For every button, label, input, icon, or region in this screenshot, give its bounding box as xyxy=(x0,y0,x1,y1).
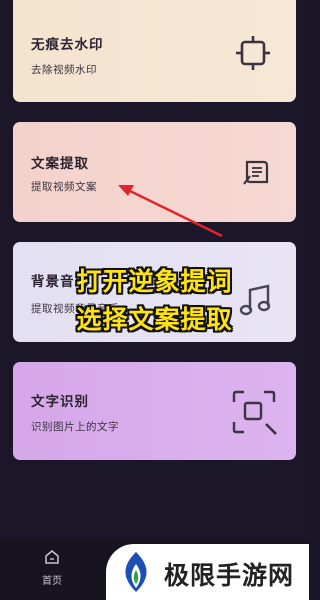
app-screen: 无痕去水印 去除视频水印 文案提取 提取视频文案 背景音乐 提取视频背景音乐 文… xyxy=(0,0,309,600)
tutorial-caption-line1: 打开逆象提词 xyxy=(76,267,233,296)
tab-home[interactable]: 首页 xyxy=(32,548,72,587)
scan-search-icon xyxy=(232,390,277,435)
crop-frame-icon xyxy=(236,36,270,70)
card-subtitle: 识别图片上的文字 xyxy=(31,421,119,433)
card-subtitle: 去除视频水印 xyxy=(31,64,97,76)
card-title: 无痕去水印 xyxy=(31,37,104,53)
card-title: 文字识别 xyxy=(31,394,89,410)
tutorial-caption-line2: 选择文案提取 xyxy=(76,305,233,334)
document-pen-icon xyxy=(243,160,269,185)
card-text-recognition[interactable]: 文字识别 识别图片上的文字 xyxy=(13,362,296,460)
card-watermark-removal[interactable]: 无痕去水印 去除视频水印 xyxy=(13,0,296,102)
card-subtitle: 提取视频文案 xyxy=(31,181,97,193)
home-icon xyxy=(45,550,59,564)
tab-home-label: 首页 xyxy=(42,576,62,587)
card-text-extraction[interactable]: 文案提取 提取视频文案 xyxy=(13,122,296,222)
watermark-text: 极限手游网 xyxy=(164,561,295,590)
site-watermark: 极限手游网 xyxy=(106,544,309,600)
watermark-logo-icon xyxy=(125,552,147,592)
card-title: 文案提取 xyxy=(31,156,89,172)
